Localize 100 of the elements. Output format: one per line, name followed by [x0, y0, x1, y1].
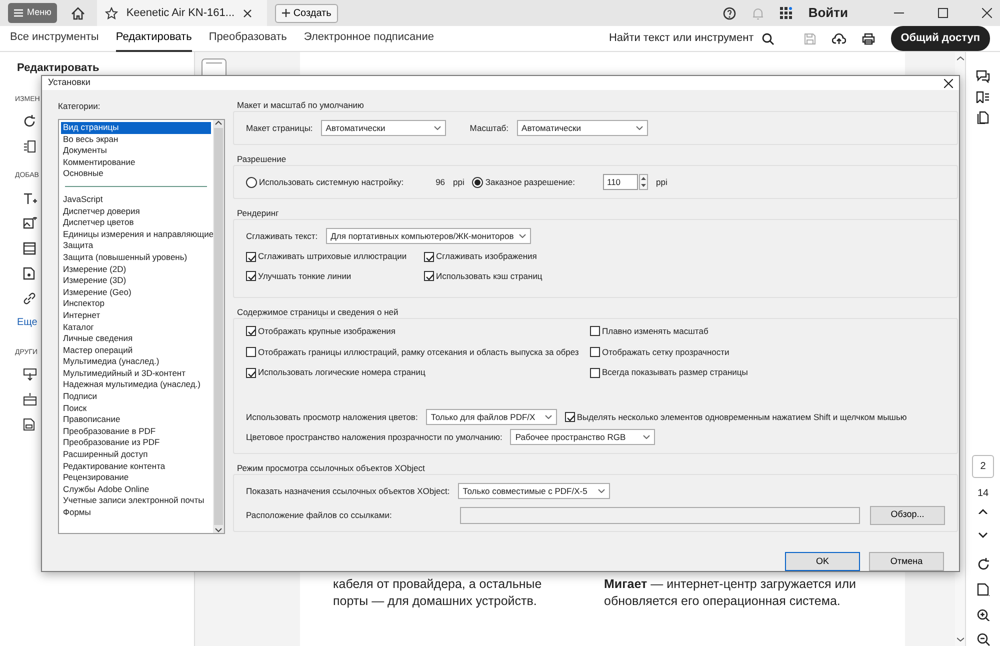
- dropdown[interactable]: Только совместимые с PDF/X-5: [458, 483, 610, 499]
- share-button[interactable]: Общий доступ: [890, 26, 990, 51]
- document-icon[interactable]: [23, 266, 35, 280]
- checkbox[interactable]: Использовать кэш страниц: [424, 270, 945, 283]
- checkbox[interactable]: Сглаживать штриховые иллюстрации: [246, 250, 424, 263]
- dropdown[interactable]: Рабочее пространство RGB: [510, 429, 656, 445]
- category-item[interactable]: Учетные записи электронной почты: [61, 495, 211, 507]
- category-item[interactable]: Надежная мультимедиа (унаслед.): [61, 379, 211, 392]
- category-item[interactable]: Личные сведения: [61, 333, 211, 345]
- star-icon[interactable]: [105, 6, 118, 20]
- category-item[interactable]: Диспетчер доверия: [61, 206, 211, 218]
- category-item[interactable]: Мультимедиа (унаслед.): [61, 356, 211, 368]
- dropdown[interactable]: Только для файлов PDF/X: [426, 409, 557, 425]
- home-icon[interactable]: [71, 6, 86, 20]
- close-icon[interactable]: [982, 8, 992, 18]
- toolbar-tab[interactable]: Преобразовать: [208, 25, 287, 52]
- checkbox[interactable]: Сглаживать изображения: [424, 250, 945, 263]
- maximize-icon[interactable]: [938, 8, 948, 18]
- checkbox[interactable]: Использовать логические номера страниц: [246, 366, 590, 379]
- browse-button[interactable]: Обзор...: [870, 506, 945, 524]
- category-item[interactable]: Основные: [61, 168, 211, 180]
- category-item[interactable]: JavaScript: [61, 194, 211, 206]
- radio-button[interactable]: Заказное разрешение:: [472, 176, 575, 189]
- pages-icon[interactable]: [977, 111, 989, 124]
- path-field[interactable]: [460, 506, 860, 524]
- image-add-icon[interactable]: [23, 216, 37, 230]
- category-item[interactable]: Мастер операций: [61, 344, 211, 356]
- page-insert-icon[interactable]: [23, 368, 37, 381]
- zoom-out-icon[interactable]: [976, 633, 990, 646]
- help-icon[interactable]: [723, 6, 736, 20]
- category-item[interactable]: Правописание: [61, 414, 211, 426]
- checkbox[interactable]: Выделять несколько элементов одновременным нажатием Shift и щелчком мышью: [564, 410, 907, 424]
- page-number-field[interactable]: 2: [972, 454, 994, 478]
- file-icon[interactable]: [23, 418, 35, 431]
- category-item[interactable]: Преобразование из PDF: [61, 437, 211, 450]
- category-item[interactable]: Редактирование контента: [61, 460, 211, 472]
- radio-button[interactable]: Использовать системную настройку:: [246, 176, 404, 189]
- category-item[interactable]: Расширенный доступ: [61, 449, 211, 461]
- category-item[interactable]: Каталог: [61, 322, 211, 334]
- text-add-icon[interactable]: [23, 192, 37, 204]
- category-item[interactable]: Защита (повышенный уровень): [61, 252, 211, 264]
- toolbar-tab[interactable]: Все инструменты: [10, 25, 99, 52]
- spin-buttons-icon[interactable]: [638, 174, 648, 190]
- document-icon[interactable]: [976, 582, 990, 597]
- close-icon[interactable]: [242, 8, 252, 18]
- category-item[interactable]: Мультимедийный и 3D-контент: [61, 368, 211, 380]
- category-item[interactable]: Измерение (3D): [61, 275, 211, 287]
- apps-icon[interactable]: [780, 7, 792, 19]
- category-item[interactable]: Измерение (2D): [61, 264, 211, 276]
- chevron-up-icon[interactable]: [978, 508, 988, 514]
- number-field[interactable]: 110: [602, 174, 638, 190]
- dropdown[interactable]: Автоматически: [516, 120, 648, 136]
- zoom-in-icon[interactable]: [976, 608, 990, 622]
- checkbox[interactable]: Отображать сетку прозрачности: [590, 346, 945, 358]
- category-item[interactable]: Вид страницы: [61, 122, 211, 134]
- scroll-down-icon[interactable]: [956, 637, 964, 642]
- menu-button[interactable]: Меню: [8, 3, 58, 23]
- chevron-down-icon[interactable]: [978, 532, 988, 538]
- close-icon[interactable]: [944, 78, 953, 88]
- category-item[interactable]: Рецензирование: [61, 472, 211, 484]
- cloud-upload-icon[interactable]: [832, 32, 846, 44]
- search-tool[interactable]: Найти текст или инструмент: [608, 30, 754, 47]
- create-button[interactable]: Создать: [275, 4, 338, 22]
- login-link[interactable]: Войти: [808, 3, 848, 23]
- film-icon[interactable]: [23, 242, 36, 254]
- checkbox[interactable]: Плавно изменять масштаб: [590, 324, 945, 338]
- category-item[interactable]: Инспектор: [61, 298, 211, 310]
- category-list[interactable]: [58, 119, 225, 534]
- category-item[interactable]: Поиск: [61, 402, 211, 414]
- checkbox[interactable]: Улучшать тонкие линии: [246, 270, 424, 283]
- dropdown[interactable]: Автоматически: [320, 120, 446, 136]
- category-item[interactable]: Подписи: [61, 391, 211, 403]
- checkbox[interactable]: Всегда показывать размер страницы: [590, 366, 945, 379]
- search-icon[interactable]: [762, 32, 774, 44]
- category-item[interactable]: Измерение (Geo): [61, 286, 211, 298]
- category-item[interactable]: Комментирование: [61, 156, 211, 168]
- scrollbar-thumb[interactable]: [214, 128, 223, 525]
- category-item[interactable]: Преобразование в PDF: [61, 426, 211, 438]
- page-icon[interactable]: [23, 140, 36, 153]
- category-item[interactable]: Во весь экран: [61, 134, 211, 146]
- category-item[interactable]: Интернет: [61, 310, 211, 322]
- checkbox[interactable]: Отображать крупные изображения: [246, 324, 590, 338]
- category-item[interactable]: Службы Adobe Online: [61, 484, 211, 496]
- category-item[interactable]: Диспетчер цветов: [61, 217, 211, 229]
- bookmark-icon[interactable]: [976, 90, 990, 104]
- rotate-icon[interactable]: [23, 115, 36, 128]
- scroll-up-icon[interactable]: [215, 120, 222, 126]
- ok-button[interactable]: OK: [785, 552, 860, 571]
- dropdown[interactable]: Для портативных компьютеров/ЖК-мониторов: [326, 228, 531, 244]
- cancel-button[interactable]: Отмена: [869, 552, 944, 571]
- category-item[interactable]: Единицы измерения и направляющие: [61, 228, 211, 240]
- category-item[interactable]: Формы: [61, 507, 211, 519]
- checkbox[interactable]: Отображать границы иллюстраций, рамку отсекания и область выпуска за обрез: [246, 346, 590, 358]
- link-icon[interactable]: [23, 292, 36, 304]
- print-icon[interactable]: [862, 32, 875, 44]
- comment-icon[interactable]: [976, 70, 990, 83]
- category-item[interactable]: Документы: [61, 145, 211, 157]
- category-item[interactable]: Защита: [61, 240, 211, 252]
- scroll-down-icon[interactable]: [215, 527, 222, 533]
- scroll-up-icon[interactable]: [956, 56, 964, 61]
